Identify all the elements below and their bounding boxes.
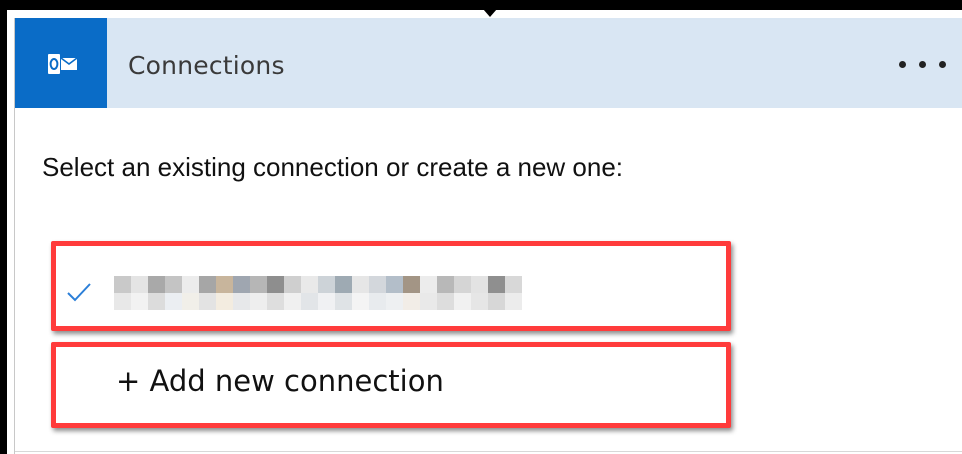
checkmark-icon [67, 283, 91, 302]
connections-card: Connections Select an existing connectio… [14, 18, 962, 454]
connection-name-redacted [114, 276, 522, 310]
screenshot-frame-top [0, 0, 962, 10]
card-bottom-divider [15, 451, 962, 452]
add-new-connection-label: + Add new connection [116, 364, 444, 398]
existing-connection-item[interactable] [51, 241, 731, 331]
screenshot-frame-left [0, 0, 7, 454]
card-header: Connections [15, 18, 962, 108]
app-tile [15, 18, 107, 108]
instruction-text: Select an existing connection or create … [42, 152, 624, 182]
more-options-button[interactable] [895, 48, 951, 82]
outlook-icon [48, 54, 78, 74]
add-new-connection-button[interactable]: + Add new connection [51, 342, 731, 428]
callout-notch [483, 9, 497, 17]
header-title: Connections [128, 51, 285, 80]
